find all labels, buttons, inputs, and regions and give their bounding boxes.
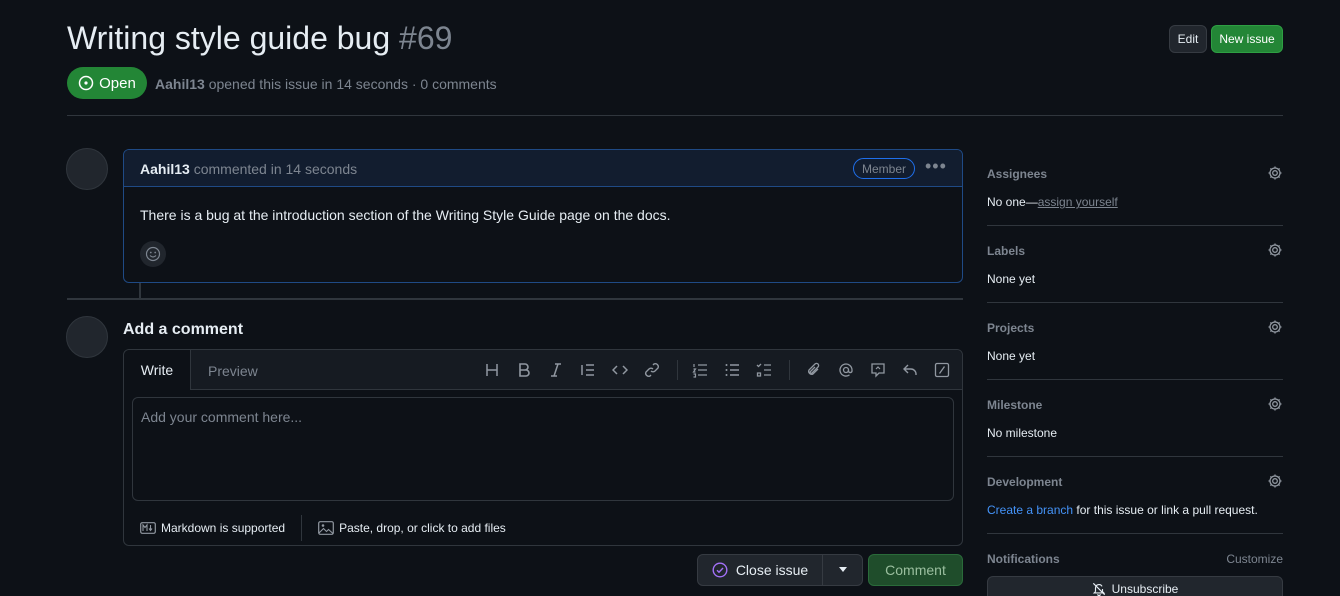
task-list-icon[interactable] [754,360,774,380]
add-comment-title: Add a comment [123,321,244,338]
toolbar-divider [789,360,790,380]
image-icon [318,521,334,535]
tab-write[interactable]: Write [124,350,191,390]
comment-textarea[interactable] [132,397,954,501]
toolbar-divider [677,360,678,380]
sidebar-divider [987,456,1283,457]
link-icon[interactable] [642,360,662,380]
sidebar-milestone: Milestone No milestone [987,396,1283,440]
close-issue-button[interactable]: Close issue [697,554,823,586]
add-reaction-button[interactable] [140,241,166,267]
milestone-value: No milestone [987,426,1058,440]
projects-value: None yet [987,349,1036,363]
triangle-down-icon [838,567,847,572]
timeline-line [139,283,141,299]
issue-title: Writing style guide bug #69 [67,20,452,57]
sidebar-divider [987,302,1283,303]
editor-footer: Markdown is supported Paste, drop, or cl… [140,515,506,541]
unordered-list-icon[interactable] [722,360,742,380]
markdown-icon [140,522,156,534]
comment-editor: Write Preview Add your comment here... M… [123,349,963,546]
check-circle-icon [712,562,728,578]
issue-meta-text: opened this issue in 14 seconds · 0 comm… [208,76,497,92]
issue-author-link[interactable]: Aahil13 [155,76,205,92]
assign-yourself-link[interactable]: assign yourself [1038,195,1118,209]
header-divider [67,115,1283,116]
attach-files-link[interactable]: Paste, drop, or click to add files [318,521,506,535]
comment-card: Aahil13 commented in 14 seconds Member •… [123,149,963,283]
bold-icon[interactable] [514,360,534,380]
italic-icon[interactable] [546,360,566,380]
status-badge: Open [67,67,147,99]
editor-tabs: Write Preview [124,350,962,390]
assignees-value: No one—assign yourself [987,195,1283,209]
sidebar-notifications: Notifications Customize [987,552,1283,566]
issue-number: #69 [399,20,453,56]
create-branch-link[interactable]: Create a branch [987,503,1073,517]
milestone-heading: Milestone [987,398,1043,412]
assignees-empty: No one— [987,195,1038,209]
sidebar-assignees: Assignees No one—assign yourself [987,165,1283,209]
unsubscribe-label: Unsubscribe [1111,582,1179,596]
reply-icon[interactable] [900,360,920,380]
gear-icon[interactable] [1267,319,1283,335]
sidebar-divider [987,225,1283,226]
issue-open-icon [78,75,94,91]
member-badge: Member [853,158,916,179]
heading-icon[interactable] [482,360,502,380]
development-heading: Development [987,475,1063,489]
customize-link[interactable]: Customize [1226,552,1283,566]
avatar[interactable] [66,148,108,190]
attach-note: Paste, drop, or click to add files [339,521,506,535]
comment-meta: Aahil13 commented in 14 seconds [140,161,357,177]
timeline-divider [67,298,963,300]
quote-icon[interactable] [578,360,598,380]
unsubscribe-button[interactable]: Unsubscribe [987,576,1283,596]
sidebar-divider [987,533,1283,534]
gear-icon[interactable] [1267,473,1283,489]
footer-divider [301,515,303,541]
status-text: Open [99,74,136,92]
assignees-heading: Assignees [987,167,1048,181]
comment-header: Aahil13 commented in 14 seconds Member •… [124,150,962,187]
issue-title-text: Writing style guide bug [67,20,391,56]
avatar [66,316,108,358]
slash-command-icon[interactable] [932,360,952,380]
labels-heading: Labels [987,244,1026,258]
code-icon[interactable] [610,360,630,380]
reference-icon[interactable] [868,360,888,380]
markdown-note: Markdown is supported [161,521,286,535]
gear-icon[interactable] [1267,242,1283,258]
comment-author-link[interactable]: Aahil13 [140,161,190,177]
issue-meta: Aahil13 opened this issue in 14 seconds … [155,76,497,92]
labels-value: None yet [987,272,1036,286]
new-issue-button[interactable]: New issue [1211,25,1283,53]
attach-icon[interactable] [804,360,824,380]
comment-time: commented in 14 seconds [193,161,358,177]
sidebar-projects: Projects None yet [987,319,1283,363]
sidebar-divider [987,379,1283,380]
kebab-menu-icon[interactable]: ••• [925,156,947,177]
sidebar-labels: Labels None yet [987,242,1283,286]
bell-slash-icon [1092,582,1105,596]
development-value: Create a branch for this issue or link a… [987,503,1283,517]
tab-preview[interactable]: Preview [208,363,258,379]
development-suffix: for this issue or link a pull request. [1073,503,1258,517]
edit-button[interactable]: Edit [1169,25,1207,53]
close-issue-label: Close issue [735,562,809,578]
gear-icon[interactable] [1267,165,1283,181]
smiley-icon [145,246,161,262]
close-options-button[interactable] [822,554,863,586]
mention-icon[interactable] [836,360,856,380]
comment-body: There is a bug at the introduction secti… [140,207,671,223]
ordered-list-icon[interactable] [690,360,710,380]
markdown-link[interactable]: Markdown is supported [140,521,285,535]
gear-icon[interactable] [1267,396,1283,412]
projects-heading: Projects [987,321,1035,335]
sidebar-development: Development Create a branch for this iss… [987,473,1283,517]
comment-button[interactable]: Comment [868,554,963,586]
